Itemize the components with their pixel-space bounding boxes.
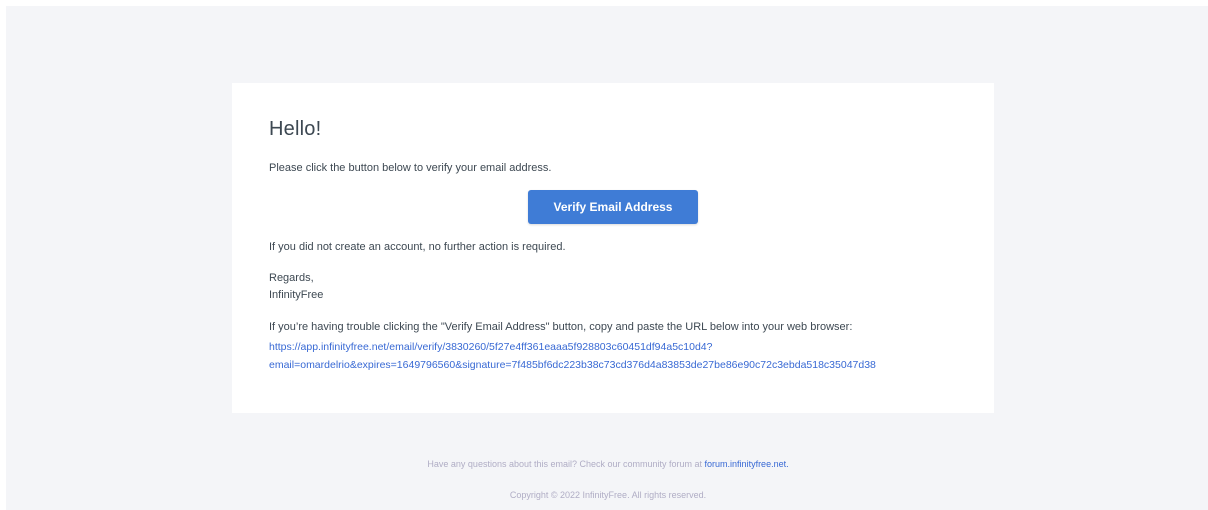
footer-question: Have any questions about this email? Che… (6, 459, 1208, 469)
footer-question-text: Have any questions about this email? Che… (427, 459, 705, 469)
forum-link[interactable]: forum.infinityfree.net. (705, 459, 789, 469)
email-card: Hello! Please click the button below to … (232, 83, 994, 413)
footer-copyright: Copyright © 2022 InfinityFree. All right… (509, 490, 707, 500)
trouble-text: If you’re having trouble clicking the "V… (269, 321, 853, 333)
greeting-heading: Hello! (269, 118, 322, 140)
verify-url-link[interactable]: https://app.infinityfree.net/email/verif… (269, 338, 969, 374)
no-action-text: If you did not create an account, no fur… (269, 241, 566, 253)
sender-name: InfinityFree (269, 289, 324, 301)
email-background: Hello! Please click the button below to … (6, 6, 1208, 510)
regards-text: Regards, (269, 272, 314, 284)
intro-text: Please click the button below to verify … (269, 162, 552, 174)
verify-email-button[interactable]: Verify Email Address (528, 190, 698, 224)
verify-url-line-2[interactable]: email=omardelrio&expires=1649796560&sign… (269, 356, 969, 374)
verify-url-line-1[interactable]: https://app.infinityfree.net/email/verif… (269, 338, 969, 356)
